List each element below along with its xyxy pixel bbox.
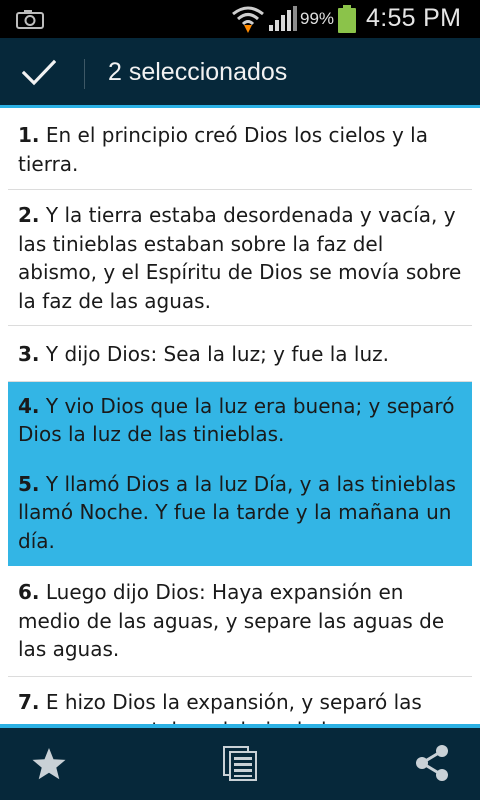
verse-row[interactable]: 4. Y vio Dios que la luz era buena; y se… <box>8 381 472 459</box>
battery-percent: 99% <box>300 9 335 28</box>
verse-text: Luego dijo Dios: Haya expansión en medio… <box>18 580 445 661</box>
star-icon <box>32 748 66 780</box>
verse-number: 7. <box>18 689 40 714</box>
status-bar: 99% 4:55 PM <box>0 0 480 38</box>
app-screen: 99% 4:55 PM 2 seleccionados 1. En el pri… <box>0 0 480 800</box>
verse-row[interactable]: 5. Y llamó Dios a la luz Día, y a las ti… <box>8 458 472 566</box>
copy-icon <box>223 746 257 781</box>
verse-row[interactable]: 2. Y la tierra estaba desordenada y vací… <box>8 190 472 326</box>
verse-text: En el principio creó Dios los cielos y l… <box>18 123 428 176</box>
share-icon <box>416 745 448 781</box>
check-icon <box>22 59 56 86</box>
wifi-icon <box>232 6 264 33</box>
verse-text: Y llamó Dios a la luz Día, y a las tinie… <box>18 471 456 553</box>
verse-row[interactable]: 6. Luego dijo Dios: Haya expansión en me… <box>8 566 472 677</box>
signal-icon <box>269 6 297 31</box>
favorite-button[interactable] <box>0 728 120 800</box>
verse-row[interactable]: 1. En el principio creó Dios los cielos … <box>8 108 472 190</box>
verse-row[interactable]: 3. Y dijo Dios: Sea la luz; y fue la luz… <box>8 326 472 382</box>
verse-text: Y dijo Dios: Sea la luz; y fue la luz. <box>39 342 389 366</box>
copy-button[interactable] <box>180 728 300 800</box>
action-bar-divider <box>84 59 85 89</box>
verse-text: Y la tierra estaba desordenada y vacía, … <box>18 203 462 313</box>
verse-row[interactable]: 7. E hizo Dios la expansión, y separó la… <box>8 677 472 725</box>
done-button[interactable] <box>0 38 80 108</box>
verse-number: 2. <box>18 203 40 227</box>
action-bar: 2 seleccionados <box>0 38 480 108</box>
share-button[interactable] <box>360 728 480 800</box>
verse-number: 3. <box>18 342 40 366</box>
camera-icon <box>16 10 44 29</box>
verse-text: Y vio Dios que la luz era buena; y separ… <box>18 393 455 447</box>
battery-icon <box>338 5 356 33</box>
verse-number: 6. <box>18 580 40 604</box>
status-clock: 4:55 PM <box>366 4 462 32</box>
verse-number: 1. <box>18 123 40 147</box>
bottom-action-bar <box>0 724 480 800</box>
selection-count-title: 2 seleccionados <box>108 58 288 86</box>
verse-number: 5. <box>18 471 40 496</box>
verse-number: 4. <box>18 393 40 418</box>
verse-list[interactable]: 1. En el principio creó Dios los cielos … <box>0 108 480 724</box>
verse-text: E hizo Dios la expansión, y separó las a… <box>18 689 422 725</box>
